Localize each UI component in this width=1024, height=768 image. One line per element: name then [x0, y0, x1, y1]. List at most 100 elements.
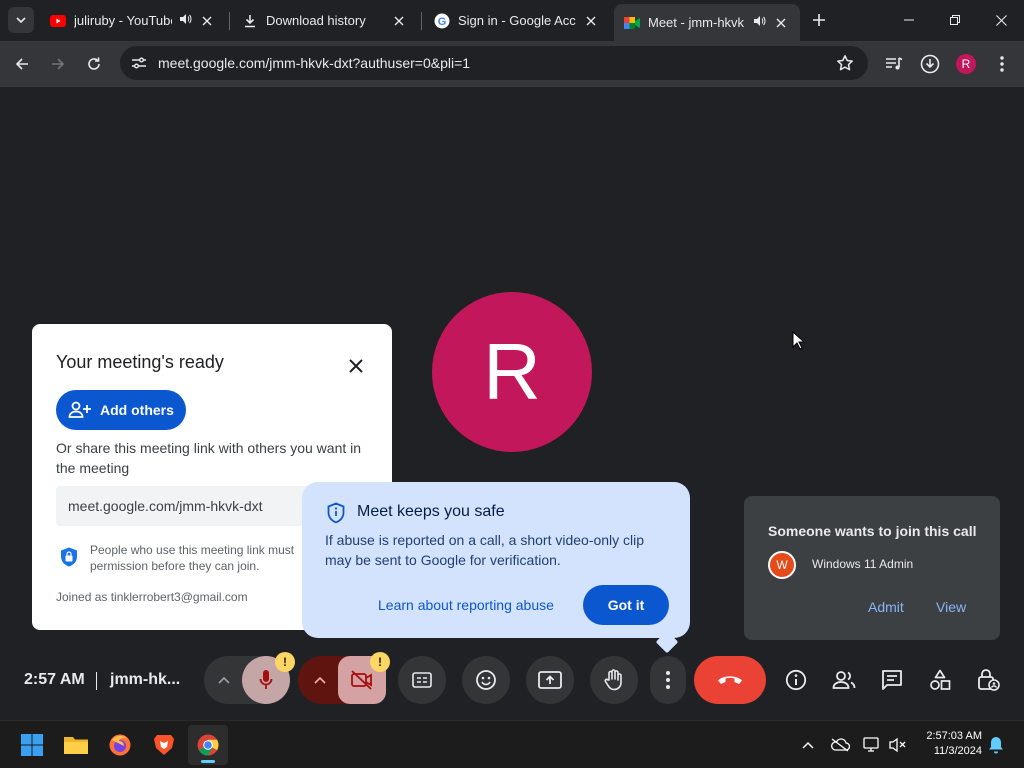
- file-explorer-button[interactable]: [56, 725, 96, 765]
- cloud-off-icon: [831, 738, 850, 752]
- tab-meet[interactable]: Meet - jmm-hkvk: [614, 4, 800, 41]
- taskbar-clock[interactable]: 2:57:03 AM 11/3/2024: [912, 729, 982, 759]
- divider: [96, 672, 97, 690]
- close-card-button[interactable]: [342, 352, 370, 380]
- chat-button[interactable]: [876, 664, 908, 696]
- close-tab-icon[interactable]: [582, 12, 600, 30]
- leave-call-button[interactable]: [694, 656, 766, 704]
- tab-title: Sign in - Google Accou: [458, 13, 576, 28]
- clock-time: 2:57:03 AM: [926, 730, 982, 742]
- arrow-left-icon: [15, 58, 28, 70]
- person-add-icon: [68, 401, 92, 419]
- more-vert-icon: [666, 671, 670, 689]
- raise-hand-icon: [604, 669, 622, 691]
- add-others-label: Add others: [100, 402, 174, 418]
- arrow-right-icon: [52, 58, 65, 70]
- meet-icon: [624, 15, 640, 31]
- youtube-icon: [50, 13, 66, 29]
- address-bar[interactable]: meet.google.com/jmm-hkvk-dxt?authuser=0&…: [120, 46, 868, 80]
- tab-search-button[interactable]: [8, 7, 34, 33]
- chat-icon: [882, 670, 902, 690]
- plus-icon: [813, 14, 825, 26]
- close-icon: [995, 14, 1007, 26]
- site-info-icon[interactable]: [126, 50, 152, 76]
- minimize-icon: [904, 19, 914, 21]
- profile-button[interactable]: R: [952, 50, 980, 78]
- tab-download-history[interactable]: Download history: [232, 4, 418, 37]
- chrome-button[interactable]: [188, 725, 228, 765]
- bookmark-star-icon[interactable]: [836, 54, 854, 77]
- activities-button[interactable]: [924, 664, 956, 696]
- speaker-icon[interactable]: [752, 14, 766, 31]
- download-circle-icon: [920, 54, 940, 74]
- url-text: meet.google.com/jmm-hkvk-dxt?authuser=0&…: [158, 55, 471, 71]
- mic-warning-badge: !: [275, 652, 295, 672]
- people-button[interactable]: [828, 664, 860, 696]
- tab-separator: [229, 12, 230, 30]
- admit-button[interactable]: Admit: [868, 599, 904, 615]
- close-tab-icon[interactable]: [390, 12, 408, 30]
- back-button[interactable]: [8, 50, 36, 78]
- host-controls-button[interactable]: [972, 664, 1004, 696]
- speaker-icon[interactable]: [178, 12, 192, 29]
- requester-name: Windows 11 Admin: [812, 557, 914, 571]
- chrome-icon: [197, 734, 219, 756]
- view-button[interactable]: View: [936, 599, 966, 615]
- download-icon: [242, 13, 258, 29]
- show-hidden-icons-button[interactable]: [798, 735, 818, 755]
- close-tab-icon[interactable]: [198, 12, 216, 30]
- start-button[interactable]: [12, 725, 52, 765]
- tab-separator: [421, 12, 422, 30]
- browser-menu-button[interactable]: [988, 50, 1016, 78]
- join-request-title: Someone wants to join this call: [768, 523, 977, 539]
- add-others-button[interactable]: Add others: [56, 390, 186, 430]
- media-controls-button[interactable]: [880, 50, 908, 78]
- reactions-button[interactable]: [462, 656, 510, 704]
- notifications-button[interactable]: [986, 735, 1006, 755]
- meeting-time: 2:57 AM: [24, 671, 85, 688]
- brave-button[interactable]: [144, 725, 184, 765]
- share-instructions: Or share this meeting link with others y…: [56, 440, 362, 476]
- learn-reporting-link[interactable]: Learn about reporting abuse: [378, 597, 554, 613]
- google-icon: G: [434, 13, 450, 29]
- meeting-code: jmm-hk...: [110, 671, 181, 688]
- svg-text:G: G: [438, 16, 447, 28]
- new-tab-button[interactable]: [808, 9, 830, 31]
- got-it-button[interactable]: Got it: [583, 585, 669, 625]
- close-icon: [349, 359, 363, 373]
- reload-button[interactable]: [80, 50, 108, 78]
- close-window-button[interactable]: [978, 0, 1024, 40]
- mouse-cursor-icon: [792, 331, 806, 350]
- tab-youtube[interactable]: juliruby - YouTube: [40, 4, 226, 37]
- forward-button[interactable]: [44, 50, 72, 78]
- tab-title: Meet - jmm-hkvk: [648, 15, 745, 30]
- network-icon: [863, 737, 879, 752]
- more-options-button[interactable]: [650, 656, 686, 704]
- present-screen-button[interactable]: [526, 656, 574, 704]
- audio-options-button[interactable]: [204, 656, 244, 704]
- card-title: Your meeting's ready: [56, 352, 224, 372]
- raise-hand-button[interactable]: [590, 656, 638, 704]
- participant-avatar: R: [432, 292, 592, 452]
- shield-lock-icon: [61, 547, 77, 567]
- minimize-button[interactable]: [886, 0, 932, 40]
- safety-tooltip: Meet keeps you safe If abuse is reported…: [302, 482, 690, 638]
- volume-button[interactable]: [887, 735, 907, 755]
- network-button[interactable]: [862, 735, 882, 755]
- call-end-icon: [718, 676, 742, 684]
- tab-google-sign-in[interactable]: G Sign in - Google Accou: [424, 4, 610, 37]
- camera-warning-badge: !: [370, 652, 390, 672]
- captions-button[interactable]: [398, 656, 446, 704]
- reload-icon: [88, 57, 100, 70]
- volume-mute-icon: [889, 737, 906, 753]
- folder-icon: [64, 737, 88, 754]
- restore-button[interactable]: [932, 0, 978, 40]
- microphone-icon: [259, 670, 273, 689]
- meeting-details-button[interactable]: [780, 664, 812, 696]
- firefox-button[interactable]: [100, 725, 140, 765]
- onedrive-button[interactable]: [830, 735, 850, 755]
- video-options-button[interactable]: [300, 656, 340, 704]
- downloads-button[interactable]: [916, 50, 944, 78]
- tooltip-body: If abuse is reported on a call, a short …: [325, 532, 645, 568]
- close-tab-icon[interactable]: [772, 14, 790, 32]
